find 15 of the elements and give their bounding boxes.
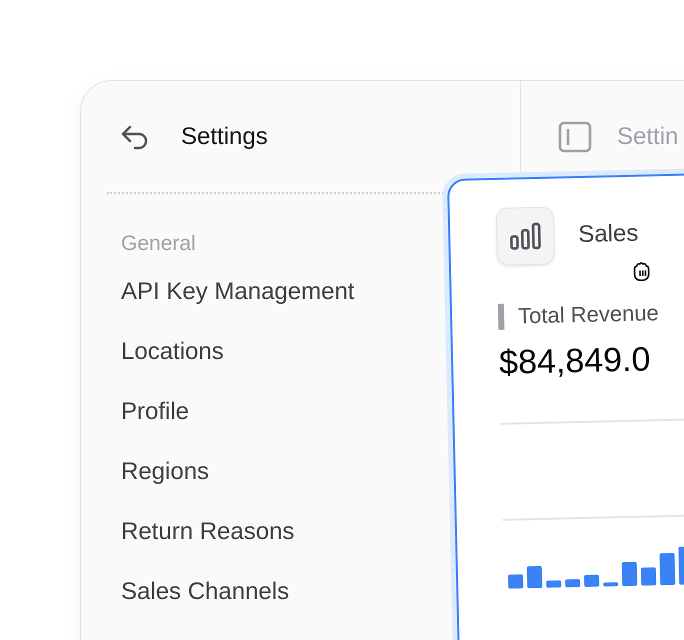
page-title: Settin: [617, 122, 678, 150]
section-label: General: [121, 232, 197, 257]
sidebar-item[interactable]: Regions: [121, 442, 210, 502]
sidebar-item[interactable]: API Key Management: [121, 262, 354, 322]
sidebar-item[interactable]: Sales Channels: [121, 562, 290, 622]
metric-value: $84,849.0: [498, 339, 652, 383]
sidebar-item[interactable]: Profile: [121, 382, 190, 442]
sidebar-item[interactable]: Return Reasons: [121, 502, 294, 562]
bar-chart-icon: [496, 206, 555, 266]
metric-label: Total Revenue: [518, 300, 660, 330]
card-title: Sales: [578, 220, 639, 250]
sidebar-title: Settings: [181, 122, 268, 150]
sidebar-item[interactable]: Locations: [121, 322, 224, 382]
sidebar-toggle-icon[interactable]: [557, 118, 593, 154]
accent-bar: [498, 304, 504, 330]
